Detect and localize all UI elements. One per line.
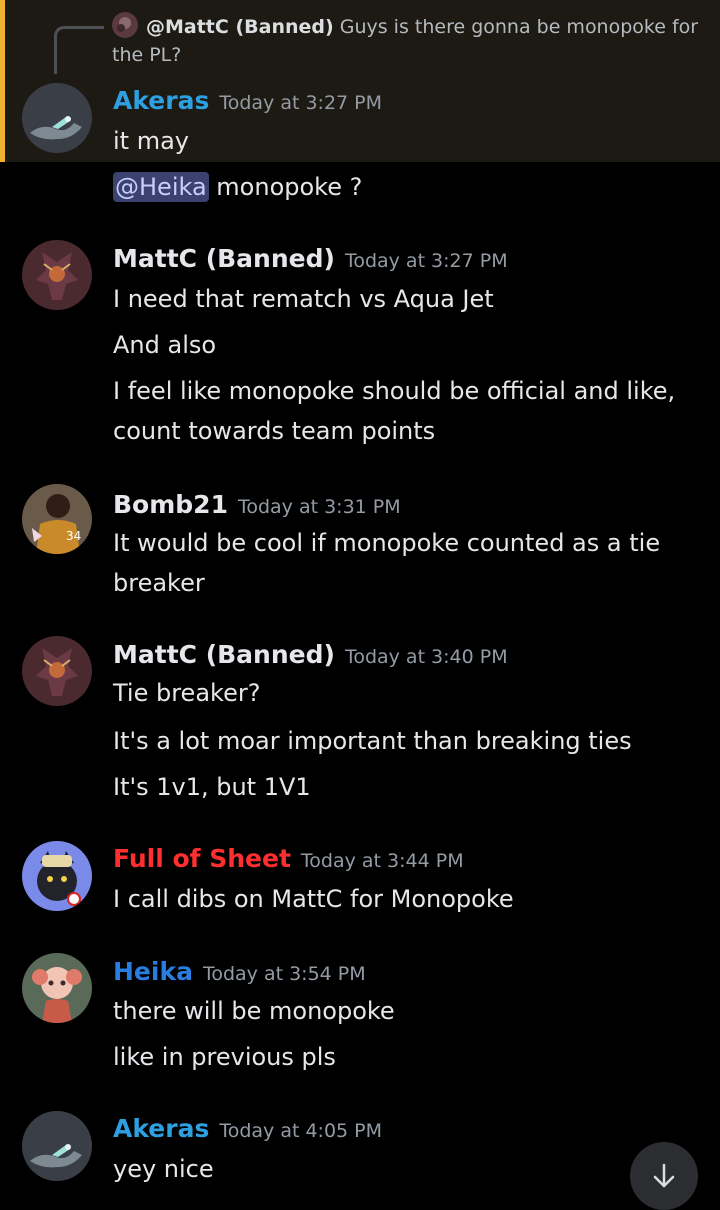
timestamp: Today at 3:27 PM: [344, 250, 508, 272]
message-line: Tie breaker?: [113, 679, 261, 707]
message-line: And also: [113, 331, 217, 359]
avatar-mattc[interactable]: [22, 636, 92, 706]
avatar-heika[interactable]: [22, 953, 92, 1023]
avatar-bomb21[interactable]: 34: [22, 484, 92, 554]
timestamp: Today at 4:05 PM: [219, 1120, 383, 1142]
timestamp: Today at 3:27 PM: [219, 92, 383, 114]
message-header: MattC (Banned) Today at 3:40 PM: [113, 640, 508, 669]
message-line: there will be monopoke: [113, 997, 395, 1025]
message-header: Full of Sheet Today at 3:44 PM: [113, 844, 464, 873]
author-name[interactable]: Heika: [113, 957, 193, 986]
message-line: I feel like monopoke should be official …: [113, 377, 676, 405]
author-name[interactable]: Full of Sheet: [113, 844, 291, 873]
author-name[interactable]: Bomb21: [113, 490, 228, 519]
author-name[interactable]: Akeras: [113, 86, 209, 115]
timestamp: Today at 3:31 PM: [237, 496, 401, 518]
timestamp: Today at 3:54 PM: [202, 963, 366, 985]
avatar-akeras[interactable]: [22, 1111, 92, 1181]
arrow-down-icon: [653, 1163, 675, 1188]
message-line: yey nice: [113, 1155, 214, 1183]
message-line: It's a lot moar important than breaking …: [113, 727, 632, 755]
jump-to-bottom-button[interactable]: [630, 1142, 698, 1210]
timestamp: Today at 3:44 PM: [300, 850, 464, 872]
message-line: It would be cool if monopoke counted as …: [113, 529, 661, 557]
message-line: count towards team points: [113, 417, 436, 445]
reply-connector: [54, 26, 104, 74]
message-header: Bomb21 Today at 3:31 PM: [113, 490, 401, 519]
avatar-full-of-sheet[interactable]: [22, 841, 92, 911]
reply-author[interactable]: @MattC (Banned): [146, 16, 334, 38]
message-line: @Heika monopoke ?: [113, 172, 362, 202]
message-header: Akeras Today at 3:27 PM: [113, 86, 382, 115]
author-name[interactable]: MattC (Banned): [113, 640, 335, 669]
reply-preview[interactable]: @MattC (Banned) Guys is there gonna be m…: [112, 13, 702, 69]
author-name[interactable]: MattC (Banned): [113, 244, 335, 273]
author-name[interactable]: Akeras: [113, 1114, 209, 1143]
svg-text:34: 34: [66, 529, 81, 543]
message-line: I need that rematch vs Aqua Jet: [113, 285, 494, 313]
user-mention[interactable]: @Heika: [113, 172, 209, 202]
avatar-mattc[interactable]: [22, 240, 92, 310]
message-header: MattC (Banned) Today at 3:27 PM: [113, 244, 508, 273]
message-header: Akeras Today at 4:05 PM: [113, 1114, 382, 1143]
message-line: like in previous pls: [113, 1043, 336, 1071]
message-line: breaker: [113, 569, 205, 597]
avatar-akeras[interactable]: [22, 83, 92, 153]
message-line: It's 1v1, but 1V1: [113, 773, 311, 801]
mention-highlight-bar: [0, 0, 5, 162]
timestamp: Today at 3:40 PM: [344, 646, 508, 668]
message-line: it may: [113, 127, 189, 155]
message-text: monopoke ?: [208, 173, 363, 201]
message-header: Heika Today at 3:54 PM: [113, 957, 366, 986]
message-line: I call dibs on MattC for Monopoke: [113, 885, 514, 913]
